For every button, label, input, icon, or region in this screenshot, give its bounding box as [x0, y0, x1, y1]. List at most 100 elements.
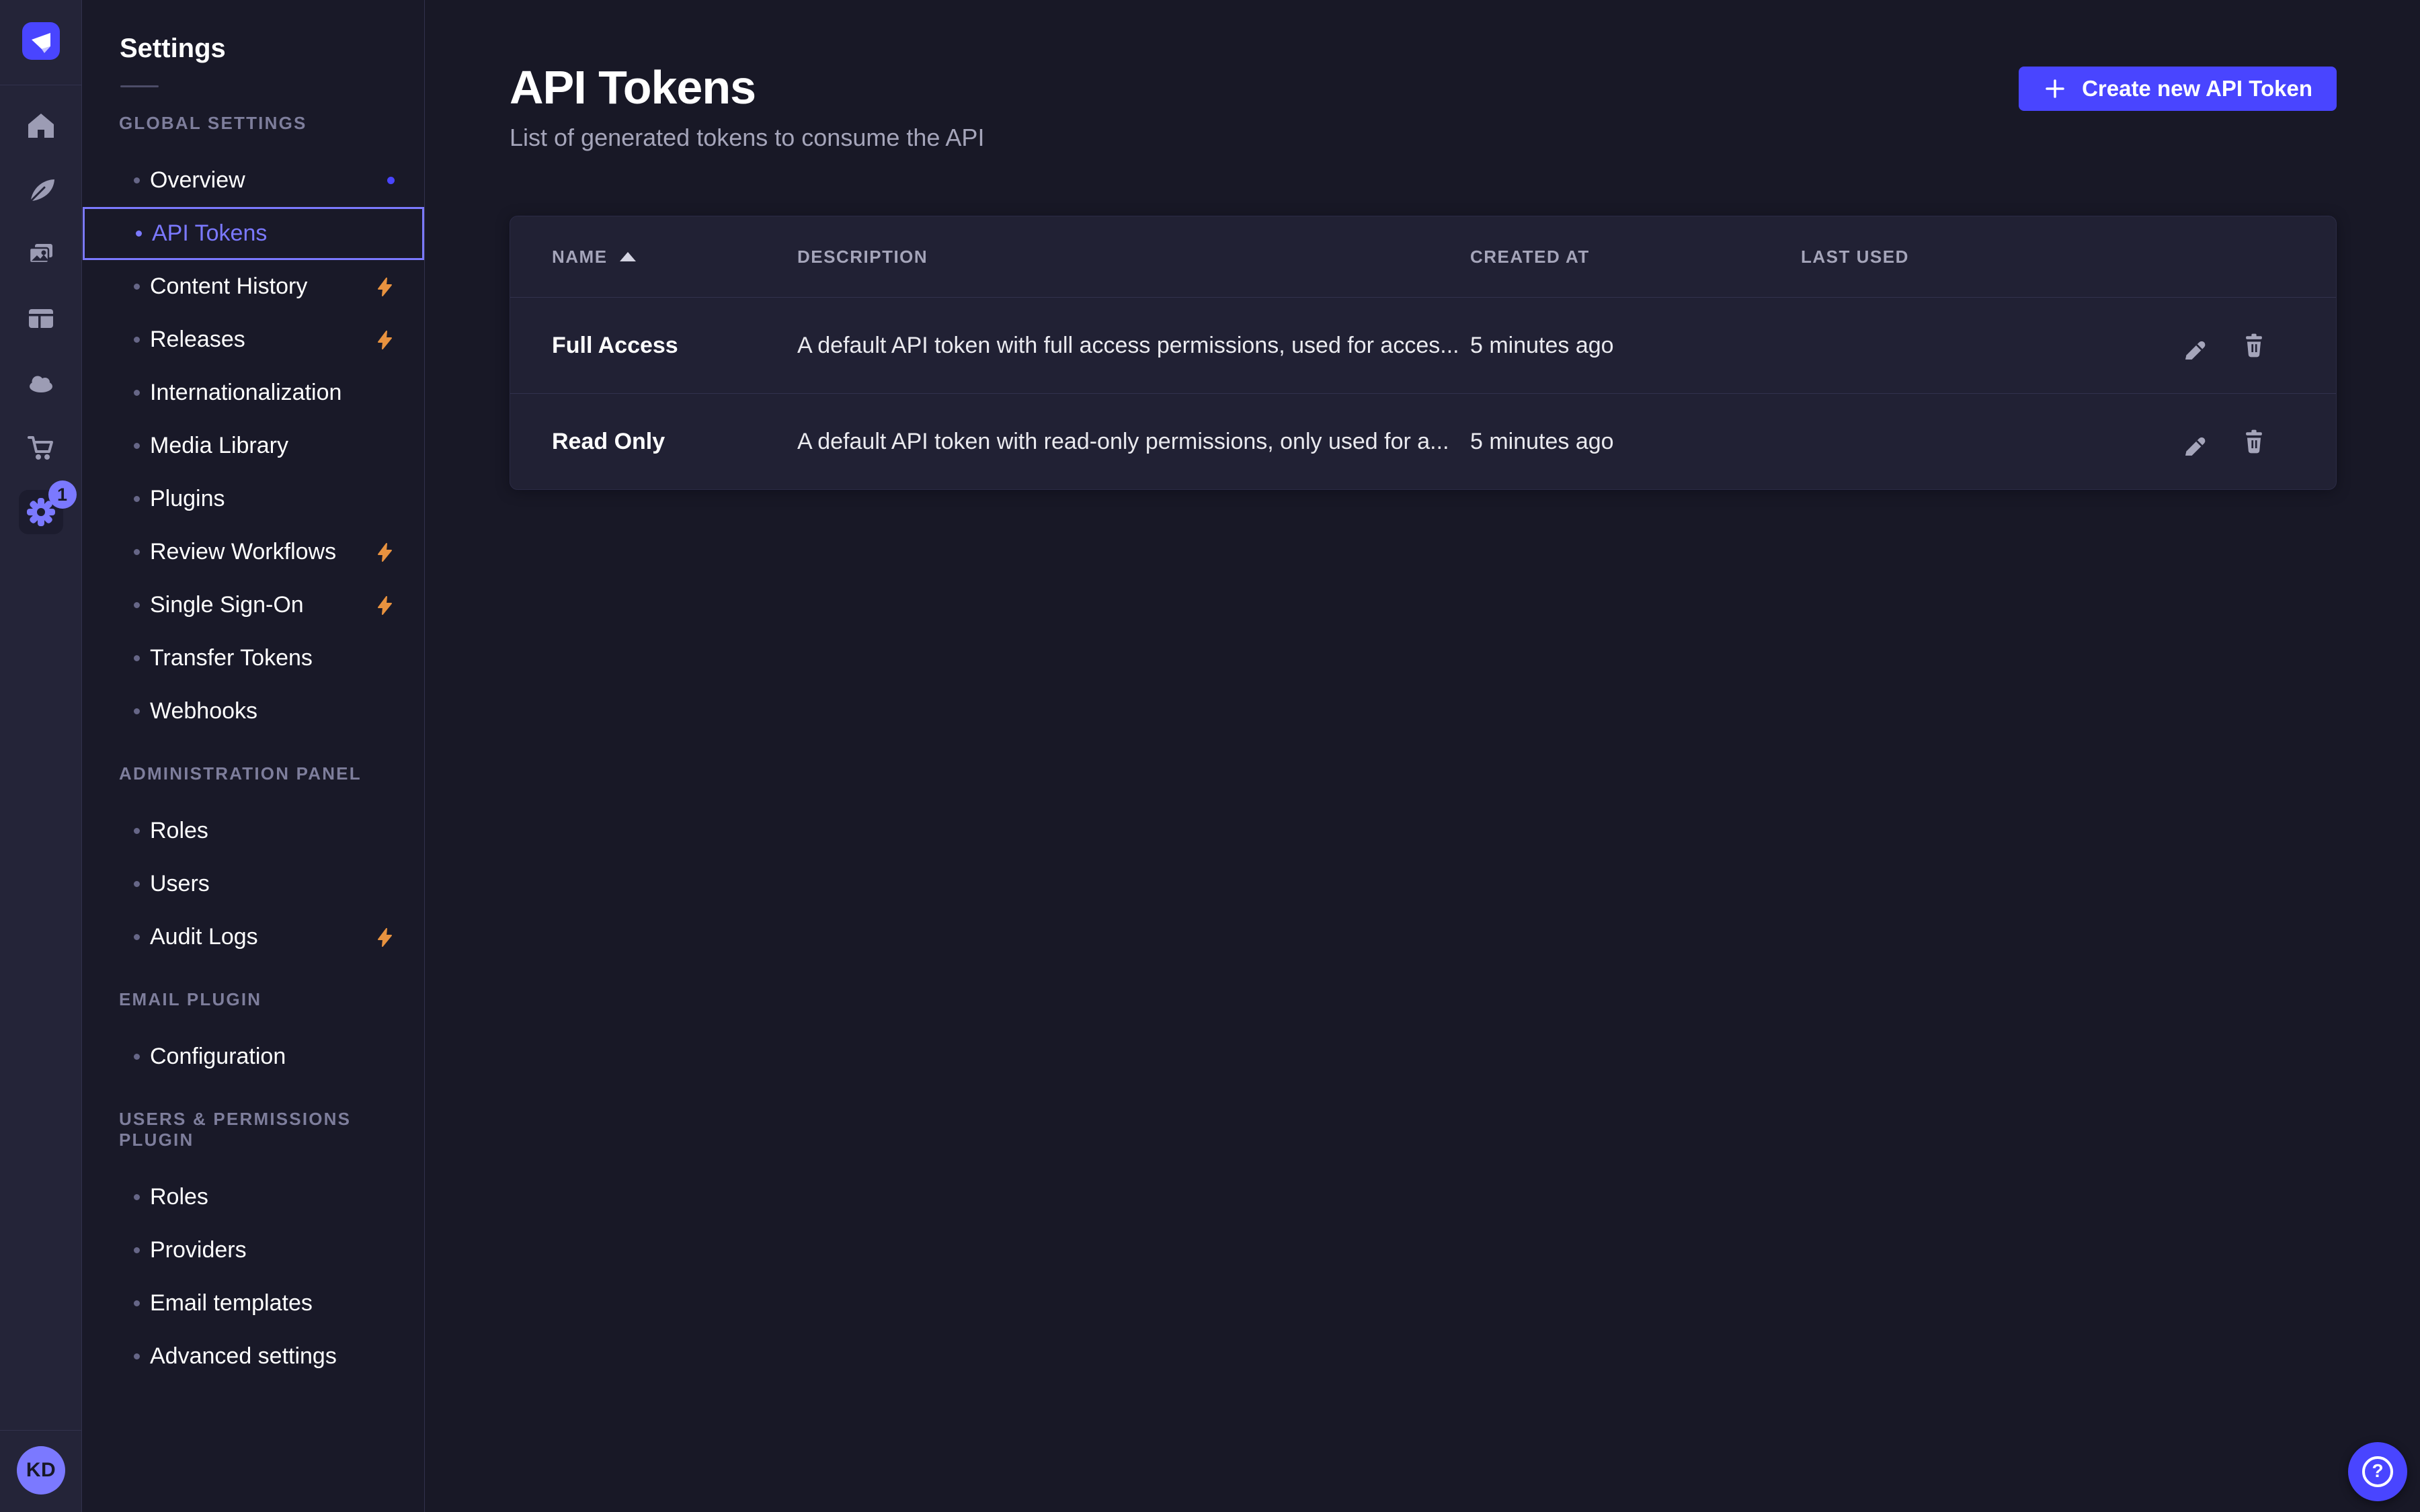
api-tokens-table: NAME DESCRIPTION CREATED AT LAST USED Fu… [510, 216, 2337, 490]
subnav-title-divider [120, 85, 159, 87]
edit-token-button[interactable] [2181, 331, 2211, 360]
row-actions [2111, 427, 2336, 456]
trash-icon [2240, 427, 2268, 456]
subnav-item-webhooks[interactable]: Webhooks [83, 685, 424, 738]
table-row[interactable]: Full Access A default API token with ful… [510, 297, 2336, 393]
bullet-icon [134, 1300, 140, 1306]
edit-token-button[interactable] [2181, 427, 2211, 456]
token-created-at-cell: 5 minutes ago [1470, 429, 1801, 455]
subnav-item-api-tokens[interactable]: API Tokens [83, 207, 424, 260]
rail-content-manager-button[interactable] [0, 286, 81, 351]
delete-token-button[interactable] [2239, 331, 2269, 360]
subnav-item-label: Advanced settings [150, 1343, 337, 1370]
row-actions [2111, 331, 2336, 360]
rail-content-type-builder-button[interactable] [0, 157, 81, 222]
subnav-item-releases[interactable]: Releases [83, 313, 424, 366]
subnav-item-label: Review Workflows [150, 539, 336, 565]
subnav-item-label: Single Sign-On [150, 592, 304, 618]
delete-token-button[interactable] [2239, 427, 2269, 456]
subnav-item-admin-users[interactable]: Users [83, 857, 424, 911]
subnav-item-up-roles[interactable]: Roles [83, 1171, 424, 1224]
rail-media-library-button[interactable] [0, 222, 81, 286]
rail-cloud-button[interactable] [0, 351, 81, 415]
column-header-created-at: CREATED AT [1470, 247, 1801, 267]
settings-notification-badge: 1 [48, 480, 77, 509]
subnav-section-users-permissions-plugin: USERS & PERMISSIONS PLUGIN Roles Provide… [83, 1109, 424, 1383]
subnav-item-label: API Tokens [152, 220, 267, 247]
subnav-item-label: Plugins [150, 486, 225, 512]
subnav-item-label: Webhooks [150, 698, 257, 724]
subnav-item-single-sign-on[interactable]: Single Sign-On [83, 579, 424, 632]
subnav-item-advanced-settings[interactable]: Advanced settings [83, 1330, 424, 1383]
bullet-icon [134, 708, 140, 714]
subnav-item-email-templates[interactable]: Email templates [83, 1277, 424, 1330]
subnav-item-review-workflows[interactable]: Review Workflows [83, 526, 424, 579]
bullet-icon [134, 934, 140, 940]
subnav-item-label: Providers [150, 1237, 247, 1263]
main-content: API Tokens List of generated tokens to c… [426, 0, 2420, 1512]
subnav-item-label: Audit Logs [150, 924, 258, 950]
subnav-item-content-history[interactable]: Content History [83, 260, 424, 313]
content-manager-icon [26, 303, 56, 334]
cloud-icon [25, 367, 57, 399]
subnav-item-label: Email templates [150, 1290, 313, 1316]
bullet-icon [134, 496, 140, 502]
rail-icon-list: 1 [0, 93, 81, 544]
token-name-cell: Full Access [510, 333, 797, 359]
pencil-icon [2182, 427, 2210, 456]
bullet-icon [134, 284, 140, 290]
subnav-item-internationalization[interactable]: Internationalization [83, 366, 424, 419]
subnav-item-label: Media Library [150, 433, 288, 459]
home-icon [26, 110, 56, 140]
icon-rail: 1 KD [0, 0, 82, 1512]
token-description-cell: A default API token with full access per… [797, 333, 1470, 359]
table-row[interactable]: Read Only A default API token with read-… [510, 393, 2336, 489]
create-api-token-button[interactable]: Create new API Token [2019, 67, 2337, 111]
subnav-item-label: Releases [150, 327, 245, 353]
help-button[interactable]: ? [2348, 1442, 2407, 1501]
rail-marketplace-button[interactable] [0, 415, 81, 480]
section-label: USERS & PERMISSIONS PLUGIN [119, 1109, 424, 1150]
subnav-item-providers[interactable]: Providers [83, 1224, 424, 1277]
subnav-item-email-configuration[interactable]: Configuration [83, 1030, 424, 1083]
subnav-item-label: Users [150, 871, 210, 897]
bullet-icon [134, 337, 140, 343]
trash-icon [2240, 331, 2268, 360]
subnav-item-media-library[interactable]: Media Library [83, 419, 424, 472]
rail-settings-button[interactable]: 1 [0, 480, 81, 544]
bullet-icon [134, 549, 140, 555]
bullet-icon [134, 1054, 140, 1060]
create-button-label: Create new API Token [2082, 76, 2312, 101]
lightning-bolt-icon [374, 542, 395, 562]
subnav-item-label: Content History [150, 274, 307, 300]
token-name-cell: Read Only [510, 429, 797, 455]
bullet-icon [134, 390, 140, 396]
column-header-name[interactable]: NAME [510, 247, 797, 267]
column-header-last-used: LAST USED [1801, 247, 2111, 267]
subnav-item-label: Transfer Tokens [150, 645, 313, 671]
sort-ascending-icon [620, 252, 636, 261]
bullet-icon [134, 828, 140, 834]
media-library-icon [26, 239, 56, 269]
notification-dot-icon [387, 177, 395, 184]
plus-icon [2043, 77, 2067, 101]
subnav-item-label: Configuration [150, 1044, 286, 1070]
content-type-builder-icon [26, 174, 56, 205]
rail-bottom-divider [0, 1430, 81, 1431]
subnav-item-audit-logs[interactable]: Audit Logs [83, 911, 424, 964]
subnav-item-label: Roles [150, 818, 208, 844]
subnav-item-admin-roles[interactable]: Roles [83, 804, 424, 857]
section-label: EMAIL PLUGIN [119, 989, 424, 1010]
subnav-item-transfer-tokens[interactable]: Transfer Tokens [83, 632, 424, 685]
bullet-icon [134, 602, 140, 608]
lightning-bolt-icon [374, 595, 395, 616]
subnav-item-plugins[interactable]: Plugins [83, 472, 424, 526]
subnav-item-overview[interactable]: Overview [83, 154, 424, 207]
bullet-icon [134, 1353, 140, 1359]
page-subtitle: List of generated tokens to consume the … [510, 124, 984, 152]
column-header-description: DESCRIPTION [797, 247, 1470, 267]
rail-home-button[interactable] [0, 93, 81, 157]
bullet-icon [136, 230, 142, 237]
strapi-logo[interactable] [22, 22, 60, 60]
user-avatar[interactable]: KD [17, 1446, 65, 1495]
